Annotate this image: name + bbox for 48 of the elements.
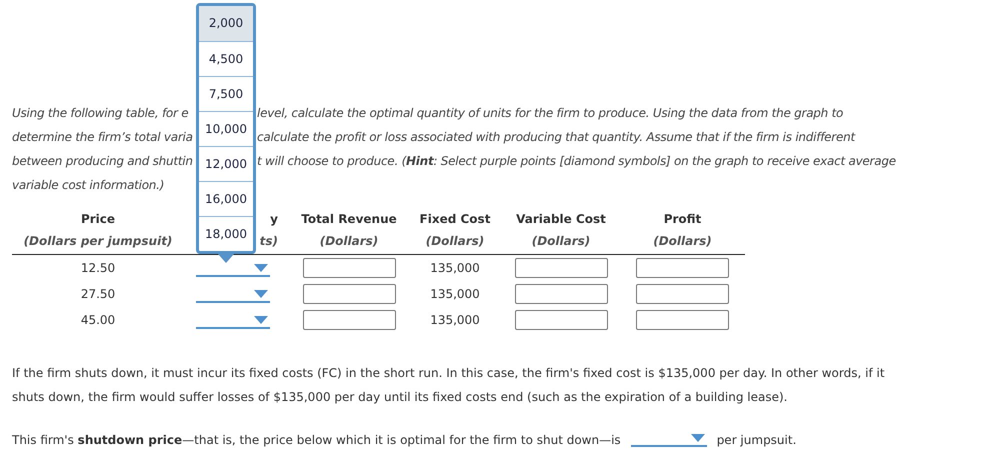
column-unit: (Dollars per jumpsuit) [24,233,172,250]
instruction-text: variable cost information.) [12,178,164,192]
column-header: Fixed Cost [420,211,490,228]
instruction-text: determine the firm’s total varia [12,130,193,144]
input-field[interactable] [514,310,608,330]
input-field[interactable] [636,310,729,330]
dropdown-option[interactable]: 16,000 [199,181,253,216]
dropdown-option[interactable]: 4,500 [199,41,253,76]
input-field[interactable] [514,284,608,304]
table-cell: 45.00 [80,313,116,327]
column-unit: (Dollars) [320,233,378,250]
caret-icon [254,316,268,324]
dropdown-option[interactable]: 10,000 [199,111,253,146]
caret-icon [254,290,268,298]
caret-icon [254,264,268,272]
input-field[interactable] [636,284,729,304]
instruction-text: between producing and shuttin [12,154,193,168]
table-cell: 135,000 [430,261,480,275]
note-text: If the firm shuts down, it must incur its fixed costs (FC) in the short run. In this case, the firm's fixed cost is $135,000 per day. In other words, if it shuts down, the firm would suffer losses of $135,000 per day until its fixed costs end (such as the expiration of a building lease). [12,365,886,406]
table-cell: 135,000 [430,313,480,327]
column-header: Profit [664,211,702,228]
instruction-text: Using the following table, for e [12,106,188,120]
column-unit: (Dollars) [653,233,712,250]
input-field[interactable] [302,258,396,278]
column-unit: ts) [260,233,278,250]
question-text: This firm's shutdown price—that is, the price below which it is optimal for the firm to shut down—is [12,433,621,447]
instruction-text: level, calculate the optimal quantity of units for the firm to produce. Using the data from the graph to [257,105,844,122]
column-header: Variable Cost [516,211,606,228]
instruction-text: t will choose to produce. (Hint: Select purple points [diamond symbols] on the graph to receive exact average [257,153,896,170]
input-field[interactable] [302,310,396,330]
instruction-text: calculate the profit or loss associated with producing that quantity. Assume that if the firm is indifferent [257,129,855,146]
table-cell: 12.50 [80,261,116,275]
input-field[interactable] [636,258,729,278]
dropdown-option[interactable]: 12,000 [199,146,253,181]
caret-icon [690,434,705,442]
column-header: Price [80,211,116,228]
column-unit: (Dollars) [426,233,484,250]
table-cell: 135,000 [430,287,480,301]
column-unit: (Dollars) [532,233,590,250]
table-cell: 27.50 [80,287,116,301]
column-header: y [270,211,278,228]
input-field[interactable] [302,284,396,304]
input-field[interactable] [514,258,608,278]
dropdown-option[interactable]: 7,500 [199,76,253,111]
dropdown-option[interactable]: 18,000 [199,216,253,251]
dropdown-option[interactable]: 2,000 [199,6,253,41]
question-text: per jumpsuit. [716,433,796,447]
column-header: Total Revenue [301,211,397,228]
